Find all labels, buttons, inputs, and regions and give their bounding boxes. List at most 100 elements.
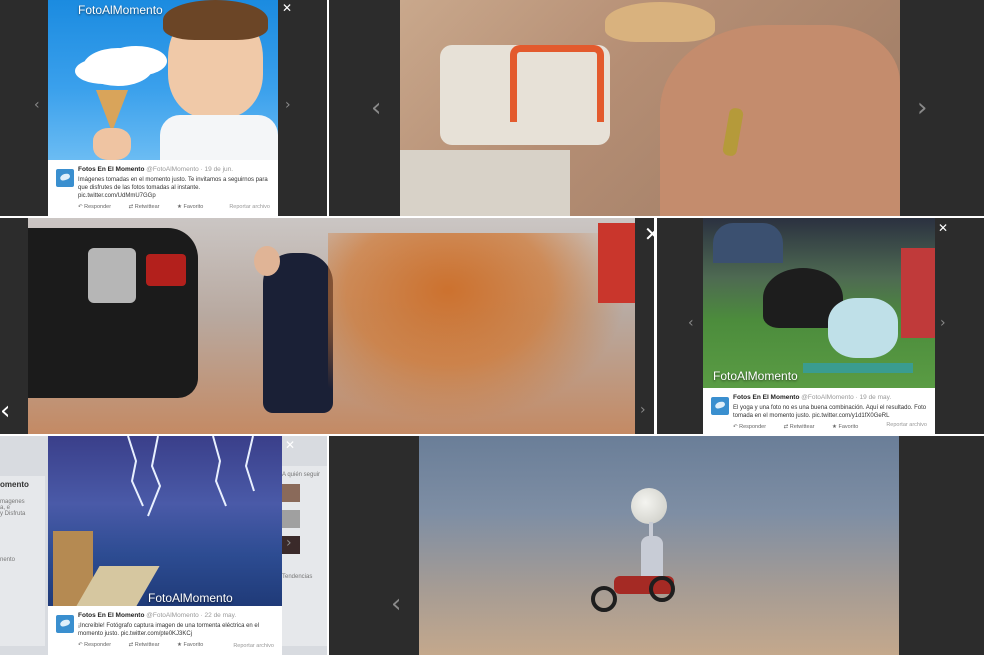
favorite-label: Favorito [838,424,859,430]
reply-button[interactable]: ↶ Responder [78,642,119,648]
spectator [901,248,935,338]
photo-ice-cream-cloud: FotoAlMomento [48,0,278,160]
chevron-right-icon[interactable]: › [917,95,927,121]
side-text-1: omento [0,480,29,489]
report-link[interactable]: Reportar archivo [886,422,927,428]
ice-cream-cone [96,90,128,132]
tweet-date[interactable]: · 19 de may. [856,394,892,401]
chevron-left-icon[interactable]: ‹ [34,98,40,112]
man-head [254,246,280,276]
tweet-date[interactable]: · 22 de may. [201,612,237,619]
retweet-button[interactable]: ⇄ Retwittear [129,642,168,648]
tweet-handle[interactable]: @FotoAlMomento [146,166,198,173]
tent [713,223,783,263]
woman-body [660,25,900,216]
watermark: FotoAlMomento [713,369,798,383]
favorite-label: Favorito [183,642,204,648]
chevron-left-icon[interactable]: ‹ [688,316,694,330]
water-spray [328,233,628,423]
tweet-date[interactable]: · 19 de jun. [201,166,234,173]
tweet-handle[interactable]: @FotoAlMomento [146,612,198,619]
close-icon[interactable]: ✕ [938,221,948,235]
chevron-right-icon[interactable]: › [285,98,291,112]
suggested-avatar[interactable] [282,510,300,528]
wheel-rear [649,576,675,602]
tweet-card: Fotos En El Momento @FotoAlMomento · 19 … [48,160,278,216]
favorite-label: Favorito [183,204,204,210]
lightbox-panel-2: ‹ › [329,0,984,216]
wheel-front [591,586,617,612]
tweet-card: Fotos En El Momento @FotoAlMomento · 22 … [48,606,282,655]
child-hair [163,0,268,40]
suggested-avatar[interactable] [282,484,300,502]
close-icon[interactable]: ✕ [282,1,292,15]
lightbox-panel-4: FotoAlMomento ✕ ‹ › Fotos En El Momento … [657,218,984,434]
retweet-label: Retwittear [134,204,160,210]
photo-water-spray [28,218,635,434]
retweet-button[interactable]: ⇄ Retwittear [129,204,168,210]
avatar[interactable] [711,397,729,415]
lightbox-panel-1: FotoAlMomento ‹ › ✕ Fotos En El Momento … [0,0,327,216]
report-link[interactable]: Reportar archivo [233,643,274,649]
tweet-card: Fotos En El Momento @FotoAlMomento · 19 … [703,388,935,434]
chevron-left-icon[interactable]: ‹ [371,95,381,121]
chevron-left-icon[interactable]: ‹ [391,591,401,617]
lightbox-panel-6: ‹ [329,436,984,655]
side-column-right: A quién seguir Tendencias [282,466,327,646]
side-text-5: nento [0,557,16,563]
tweet-author[interactable]: Fotos En El Momento [78,166,144,173]
tweet-link[interactable]: pic.twitter.com/pte0KJ3KCj [121,631,192,637]
avatar[interactable] [56,169,74,187]
avatar[interactable] [56,615,74,633]
side-text-4: y Disfruta [0,511,26,517]
towel [400,150,570,216]
reply-button[interactable]: ↶ Responder [78,204,119,210]
tweet-author[interactable]: Fotos En El Momento [733,394,799,401]
lightbox-panel-5: omento magenes a, e y Disfruta nento A q… [0,436,327,655]
reply-button[interactable]: ↶ Responder [733,424,774,430]
man-figure [263,253,333,413]
photo-lightning: FotoAlMomento [48,436,282,606]
moon [631,488,667,524]
tweet-link[interactable]: pic.twitter.com/UdMmU7GGp [78,193,156,199]
truck-light [146,254,186,286]
bird-icon [714,400,726,410]
watermark: FotoAlMomento [78,3,163,17]
chevron-right-icon[interactable]: › [940,316,946,330]
retweet-label: Retwittear [134,642,160,648]
tweet-link[interactable]: pic.twitter.com/y1d1fX0GeRL [812,413,889,419]
yoga-person-2 [828,298,898,358]
cloud-shape [83,48,153,86]
watermark: FotoAlMomento [148,591,233,605]
child-shirt [160,115,278,160]
lightbox-panel-3: ✕ ‹ › [0,218,654,434]
close-icon[interactable]: ✕ [285,438,295,452]
favorite-button[interactable]: ★ Favorito [177,642,211,648]
yoga-mat [803,363,913,373]
chevron-right-icon[interactable]: › [286,536,292,550]
retweet-button[interactable]: ⇄ Retwittear [784,424,823,430]
tweet-handle[interactable]: @FotoAlMomento [801,394,853,401]
favorite-button[interactable]: ★ Favorito [832,424,866,430]
tweet-text: Imágenes tomadas en el momento justo. Te… [78,177,268,191]
bird-icon [59,618,71,628]
chevron-left-icon[interactable]: ‹ [0,398,10,424]
rider-arm [649,522,653,540]
photo-motocross-moon [419,436,899,655]
tweet-author[interactable]: Fotos En El Momento [78,612,144,619]
chevron-right-icon[interactable]: › [640,403,646,417]
reply-label: Responder [84,204,112,210]
reply-label: Responder [84,642,112,648]
close-icon[interactable]: ✕ [644,222,654,246]
favorite-button[interactable]: ★ Favorito [177,204,211,210]
side-heading-trends: Tendencias [282,574,313,580]
photo-yoga: FotoAlMomento [703,218,935,388]
report-link[interactable]: Reportar archivo [229,204,270,210]
truck-grille [88,248,136,303]
woman-hair [605,2,715,42]
retweet-label: Retwittear [789,424,815,430]
side-heading-follow: A quién seguir [282,472,321,478]
fire-truck-edge [598,223,635,303]
bag-strap [510,45,604,122]
side-column-left: omento magenes a, e y Disfruta nento [0,476,45,646]
